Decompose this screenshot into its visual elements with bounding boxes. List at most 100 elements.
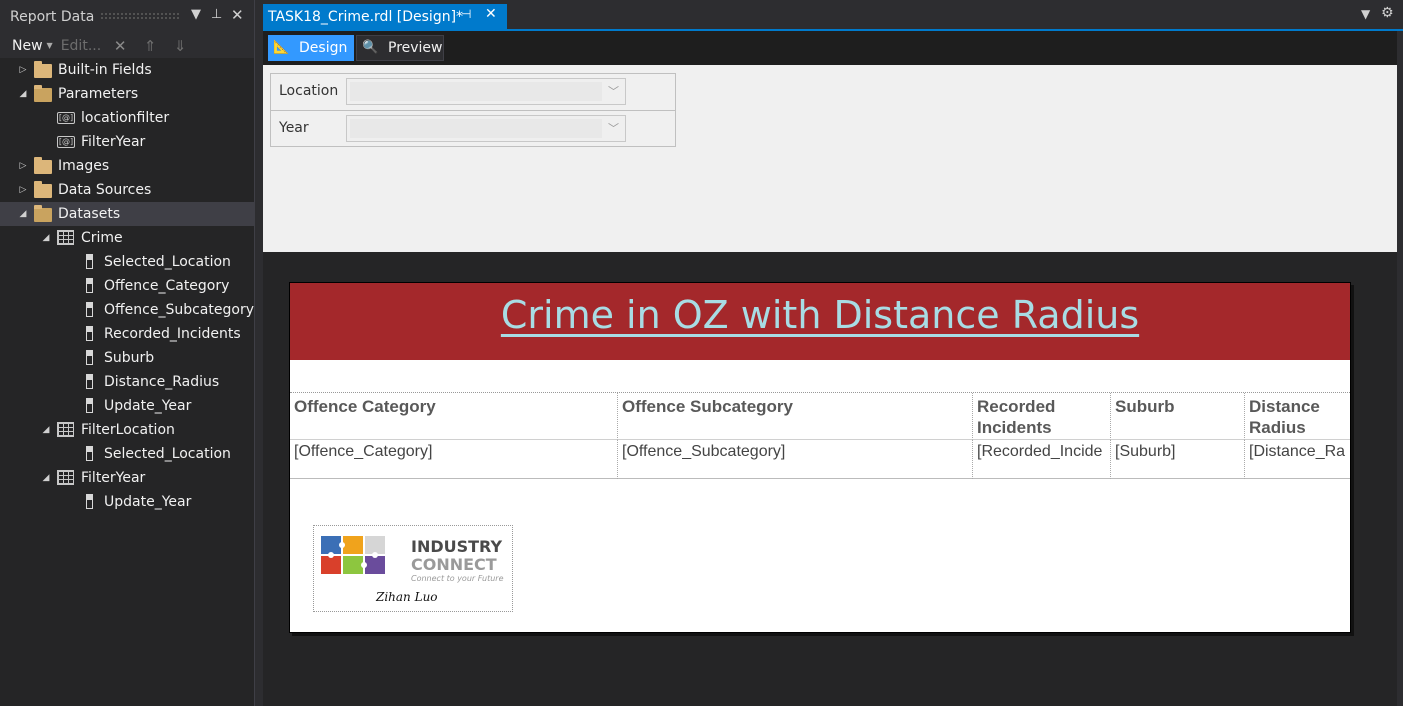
header-cell[interactable]: Suburb [1111, 393, 1245, 440]
parameters-grid: Location ﹀ Year ﹀ [270, 73, 676, 147]
vertical-scrollbar[interactable] [1397, 31, 1403, 706]
field-icon [86, 302, 93, 317]
tree-item-dataset-filterlocation[interactable]: ◢ FilterLocation [0, 418, 254, 442]
tree-item-label: Update_Year [104, 494, 192, 510]
tree-item-label: Offence_Category [104, 278, 230, 294]
expand-icon[interactable]: ▷ [18, 65, 28, 75]
document-tab[interactable]: TASK18_Crime.rdl [Design]* ⊣ ✕ [263, 4, 507, 29]
tree-item-images[interactable]: ▷ Images [0, 154, 254, 178]
move-down-icon[interactable]: ⇓ [169, 37, 191, 55]
field-icon [86, 326, 93, 341]
data-cell[interactable]: [Distance_Ra [1245, 440, 1350, 479]
report-data-tree: ▷ Built-in Fields ◢ Parameters [@] locat… [0, 58, 254, 514]
report-body[interactable]: Crime in OZ with Distance Radius Offence… [289, 282, 1351, 633]
panel-menu-icon[interactable]: ▼ [191, 7, 201, 22]
edit-button[interactable]: Edit... [61, 38, 101, 54]
folder-icon [34, 181, 52, 198]
tab-list-icon[interactable]: ▼ [1361, 7, 1370, 21]
tree-item-dataset-filteryear[interactable]: ◢ FilterYear [0, 466, 254, 490]
panel-grip[interactable] [100, 12, 180, 20]
field-icon [86, 350, 93, 365]
collapse-icon[interactable]: ◢ [41, 425, 51, 435]
dataset-icon [57, 422, 74, 437]
svg-text:INDUSTRY: INDUSTRY [411, 537, 503, 556]
tree-item-label: Crime [81, 230, 123, 246]
dataset-icon [57, 470, 74, 485]
tab-design[interactable]: 📐 Design [268, 35, 354, 61]
field-icon [86, 374, 93, 389]
tree-item-field[interactable]: Offence_Subcategory [0, 298, 254, 322]
header-cell[interactable]: Offence Category [290, 393, 618, 440]
collapse-icon[interactable]: ◢ [18, 89, 28, 99]
pin-tab-icon[interactable]: ⊣ [461, 7, 471, 21]
folder-icon [34, 157, 52, 174]
data-cell[interactable]: [Suburb] [1111, 440, 1245, 479]
expand-icon[interactable]: ▷ [18, 161, 28, 171]
field-icon [86, 278, 93, 293]
open-folder-icon [34, 205, 52, 222]
tree-item-label: FilterYear [81, 134, 146, 150]
tree-item-label: Update_Year [104, 398, 192, 414]
tree-item-field[interactable]: Update_Year [0, 490, 254, 514]
parameters-pane: Location ﹀ Year ﹀ [263, 65, 1397, 252]
parameter-icon: [@] [57, 112, 75, 124]
delete-icon[interactable]: ✕ [109, 37, 131, 55]
tree-item-field[interactable]: Recorded_Incidents [0, 322, 254, 346]
tree-item-field[interactable]: Selected_Location [0, 250, 254, 274]
tree-item-locationfilter[interactable]: [@] locationfilter [0, 106, 254, 130]
tree-item-dataset-crime[interactable]: ◢ Crime [0, 226, 254, 250]
tree-item-label: locationfilter [81, 110, 170, 126]
year-dropdown[interactable]: ﹀ [346, 115, 626, 142]
new-button[interactable]: New [12, 38, 43, 54]
report-title[interactable]: Crime in OZ with Distance Radius [290, 293, 1350, 337]
report-header-band[interactable]: Crime in OZ with Distance Radius [290, 283, 1350, 360]
design-label: Design [299, 40, 348, 56]
tree-item-label: Suburb [104, 350, 155, 366]
new-dropdown-icon[interactable]: ▼ [47, 41, 53, 50]
header-cell[interactable]: Recorded Incidents [973, 393, 1111, 440]
tree-item-label: Images [58, 158, 110, 174]
svg-text:Connect to your Future: Connect to your Future [411, 574, 504, 583]
pin-icon[interactable]: ⊥ [211, 7, 222, 22]
chevron-down-icon[interactable]: ﹀ [608, 83, 619, 99]
tree-item-field[interactable]: Offence_Category [0, 274, 254, 298]
industry-connect-logo[interactable]: INDUSTRY CONNECT Connect to your Future … [313, 525, 513, 612]
tree-item-field[interactable]: Update_Year [0, 394, 254, 418]
field-icon [86, 494, 93, 509]
data-cell[interactable]: [Offence_Category] [290, 440, 618, 479]
close-panel-icon[interactable]: ✕ [231, 6, 244, 24]
header-cell[interactable]: Distance Radius [1245, 393, 1350, 440]
chevron-down-icon[interactable]: ﹀ [608, 120, 619, 136]
close-tab-icon[interactable]: ✕ [485, 6, 497, 22]
data-cell[interactable]: [Recorded_Incide [973, 440, 1111, 479]
tree-item-label: Data Sources [58, 182, 152, 198]
tree-item-parameters[interactable]: ◢ Parameters [0, 82, 254, 106]
data-cell[interactable]: [Offence_Subcategory] [618, 440, 973, 479]
tree-item-field[interactable]: Selected_Location [0, 442, 254, 466]
year-value [350, 119, 602, 138]
svg-text:CONNECT: CONNECT [411, 555, 497, 574]
expand-icon[interactable]: ▷ [18, 185, 28, 195]
collapse-icon[interactable]: ◢ [41, 473, 51, 483]
view-mode-bar: 📐 Design 🔍 Preview [263, 31, 1397, 65]
tree-item-label: FilterYear [81, 470, 146, 486]
header-cell[interactable]: Offence Subcategory [618, 393, 973, 440]
collapse-icon[interactable]: ◢ [18, 209, 28, 219]
open-folder-icon [34, 85, 52, 102]
tree-item-datasets[interactable]: ◢ Datasets [0, 202, 254, 226]
parameter-row-location: Location ﹀ [271, 74, 675, 110]
tab-preview[interactable]: 🔍 Preview [356, 35, 444, 61]
tree-item-data-sources[interactable]: ▷ Data Sources [0, 178, 254, 202]
tree-item-label: Selected_Location [104, 446, 231, 462]
tree-item-field[interactable]: Suburb [0, 346, 254, 370]
report-table[interactable]: Offence Category Offence Subcategory Rec… [290, 392, 1350, 479]
tree-item-filteryear-param[interactable]: [@] FilterYear [0, 130, 254, 154]
tree-item-built-in-fields[interactable]: ▷ Built-in Fields [0, 58, 254, 82]
collapse-icon[interactable]: ◢ [41, 233, 51, 243]
location-dropdown[interactable]: ﹀ [346, 78, 626, 105]
tree-item-field[interactable]: Distance_Radius [0, 370, 254, 394]
dataset-icon [57, 230, 74, 245]
parameter-label: Year [279, 120, 309, 136]
move-up-icon[interactable]: ⇑ [139, 37, 161, 55]
settings-gear-icon[interactable]: ⚙ [1381, 5, 1394, 21]
